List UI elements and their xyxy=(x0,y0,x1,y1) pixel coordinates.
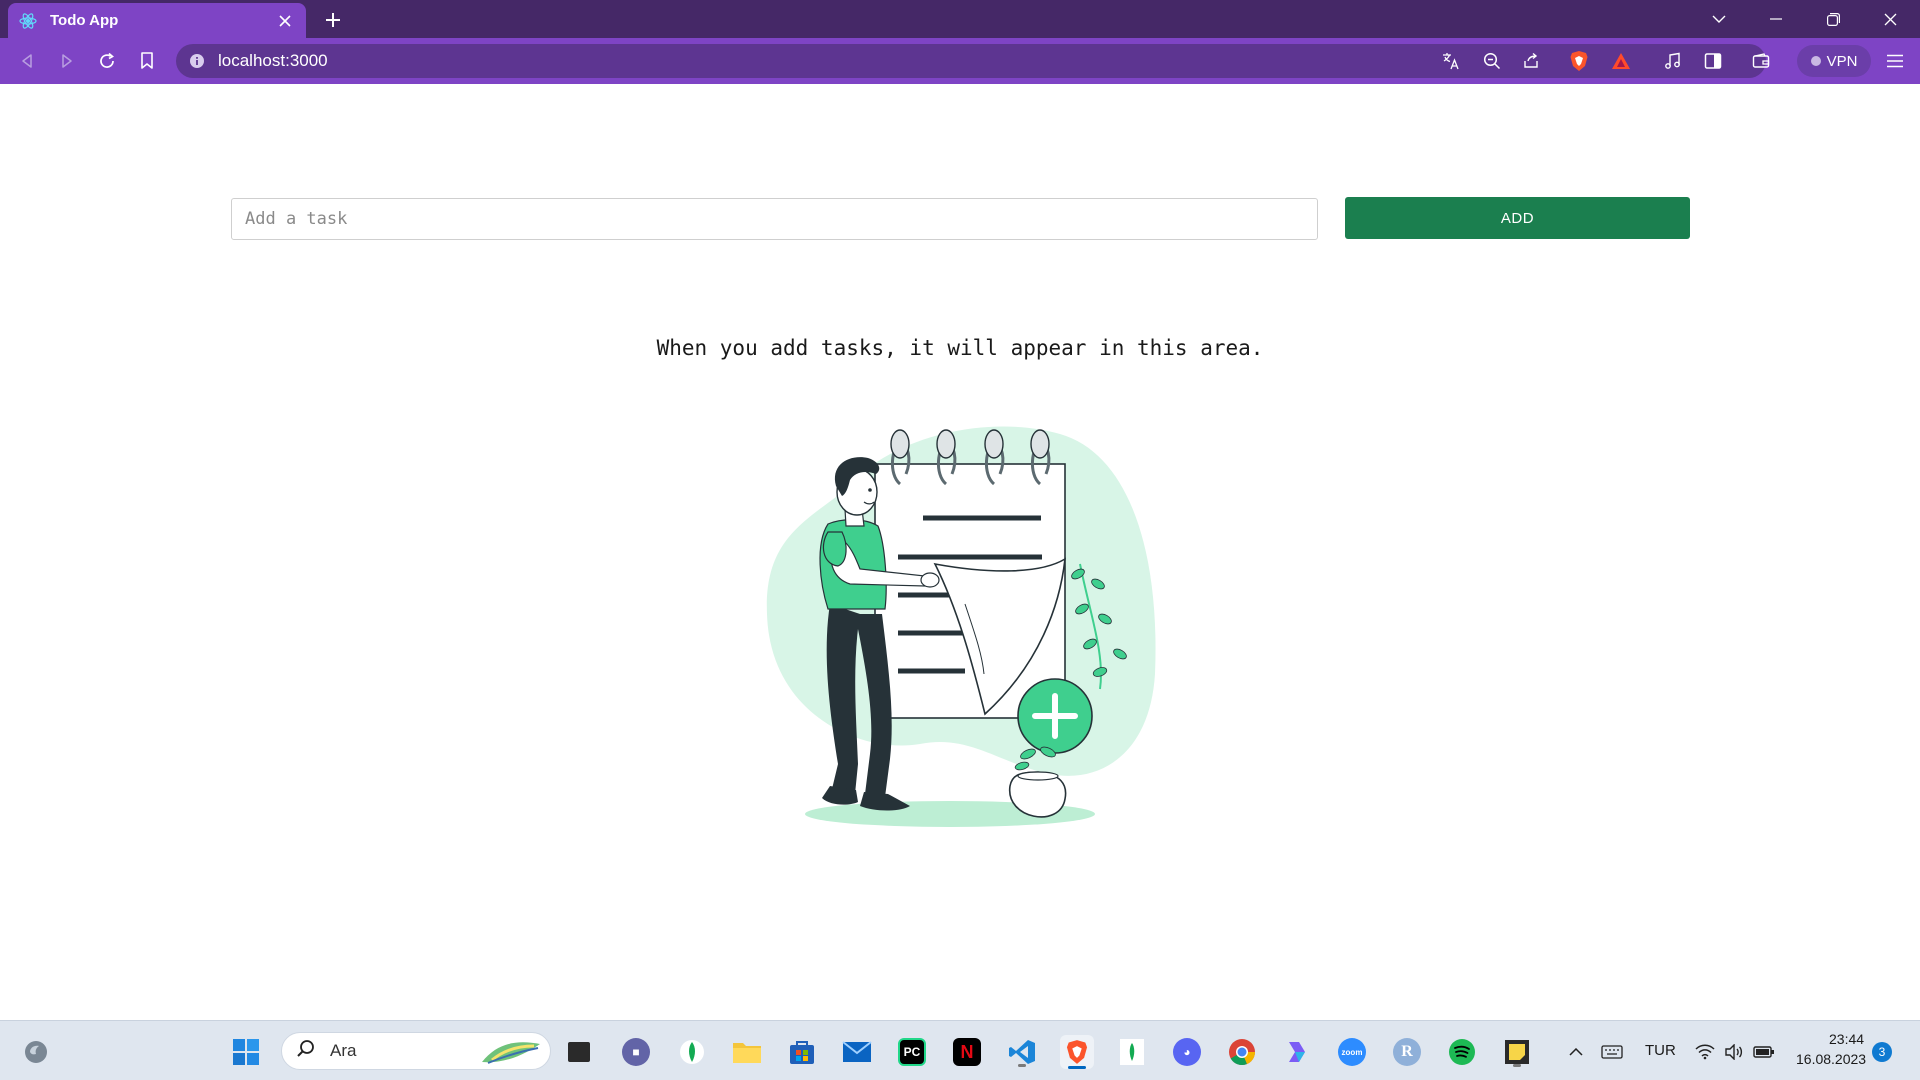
restore-button[interactable] xyxy=(1811,4,1855,34)
battery-icon[interactable] xyxy=(1747,1035,1781,1069)
add-button[interactable]: ADD xyxy=(1345,197,1690,239)
mongodb-icon[interactable] xyxy=(675,1035,709,1069)
vpn-button[interactable]: VPN xyxy=(1797,45,1871,77)
store-icon[interactable] xyxy=(785,1035,819,1069)
share-icon[interactable] xyxy=(1516,44,1546,78)
brave-shields-icon[interactable] xyxy=(1564,44,1594,78)
brave-rewards-icon[interactable] xyxy=(1606,44,1636,78)
zoom-icon[interactable]: zoom xyxy=(1335,1035,1369,1069)
sidebar-icon[interactable] xyxy=(1698,44,1728,78)
browser-tab-strip: Todo App xyxy=(0,0,1920,38)
close-tab-icon[interactable] xyxy=(274,10,296,32)
react-icon xyxy=(18,11,38,31)
search-highlight-art xyxy=(482,1042,540,1064)
brave-icon[interactable] xyxy=(1060,1035,1094,1069)
wallet-icon[interactable] xyxy=(1746,44,1776,78)
tab-title: Todo App xyxy=(50,12,119,29)
input-language[interactable]: TUR xyxy=(1645,1042,1676,1059)
site-info-icon[interactable] xyxy=(188,52,206,70)
folder-icon[interactable] xyxy=(730,1035,764,1069)
vpn-status-dot xyxy=(1810,56,1821,66)
chrome-icon[interactable] xyxy=(1225,1035,1259,1069)
menu-icon[interactable] xyxy=(1880,44,1910,78)
tab-todo-app[interactable]: Todo App xyxy=(8,3,306,38)
vscode-icon[interactable] xyxy=(1005,1035,1039,1069)
task-input[interactable] xyxy=(231,198,1318,240)
windows-taskbar: Ara ■ PC N ◕ zoom R TUR 23:44 16.08.2023 xyxy=(0,1020,1920,1080)
empty-tasks-illustration xyxy=(766,426,1156,827)
task-view-icon[interactable] xyxy=(562,1035,596,1069)
back-icon[interactable] xyxy=(13,47,41,75)
clock-time[interactable]: 23:44 xyxy=(1829,1031,1864,1047)
notification-badge[interactable]: 3 xyxy=(1872,1042,1892,1062)
media-icon[interactable] xyxy=(1658,44,1688,78)
keyboard-icon[interactable] xyxy=(1595,1035,1629,1069)
sticky-notes-icon[interactable] xyxy=(1500,1035,1534,1069)
search-placeholder: Ara xyxy=(330,1041,357,1060)
screen: Todo App localhost:3000 VPN Add a task A… xyxy=(0,0,1920,1080)
volume-icon[interactable] xyxy=(1717,1035,1751,1069)
widgets-icon[interactable] xyxy=(19,1035,53,1069)
todo-app-page: ADD When you add tasks, it will appear i… xyxy=(0,84,1920,1020)
reload-icon[interactable] xyxy=(93,47,121,75)
mongodb-compass-icon[interactable] xyxy=(1115,1035,1149,1069)
mail-icon[interactable] xyxy=(840,1035,874,1069)
teams-icon[interactable]: ■ xyxy=(619,1035,653,1069)
empty-state-message: When you add tasks, it will appear in th… xyxy=(656,336,1264,360)
browser-toolbar: localhost:3000 VPN xyxy=(0,38,1920,84)
copilot-icon[interactable] xyxy=(1280,1035,1314,1069)
spotify-icon[interactable] xyxy=(1445,1035,1479,1069)
active-indicator xyxy=(1068,1066,1086,1069)
search-icon xyxy=(296,1039,316,1064)
clock-date[interactable]: 16.08.2023 xyxy=(1796,1051,1866,1067)
netflix-icon[interactable]: N xyxy=(950,1035,984,1069)
discord-icon[interactable]: ◕ xyxy=(1170,1035,1204,1069)
taskbar-search[interactable]: Ara xyxy=(281,1032,551,1070)
tab-search-chevron-icon[interactable] xyxy=(1697,4,1741,34)
bookmark-icon[interactable] xyxy=(133,47,161,75)
forward-icon[interactable] xyxy=(53,47,81,75)
minimize-button[interactable] xyxy=(1754,4,1798,34)
translate-icon[interactable] xyxy=(1436,44,1466,78)
pycharm-icon[interactable]: PC xyxy=(895,1035,929,1069)
running-indicator xyxy=(1513,1064,1521,1067)
r-icon[interactable]: R xyxy=(1390,1035,1424,1069)
start-icon[interactable] xyxy=(229,1035,263,1069)
new-tab-button[interactable] xyxy=(320,7,346,33)
address-url: localhost:3000 xyxy=(218,51,328,70)
show-hidden-icons-chevron-icon[interactable] xyxy=(1559,1035,1593,1069)
zoom-out-icon[interactable] xyxy=(1477,44,1507,78)
close-window-button[interactable] xyxy=(1868,4,1912,34)
running-indicator xyxy=(1018,1064,1026,1067)
vpn-label: VPN xyxy=(1826,52,1858,70)
